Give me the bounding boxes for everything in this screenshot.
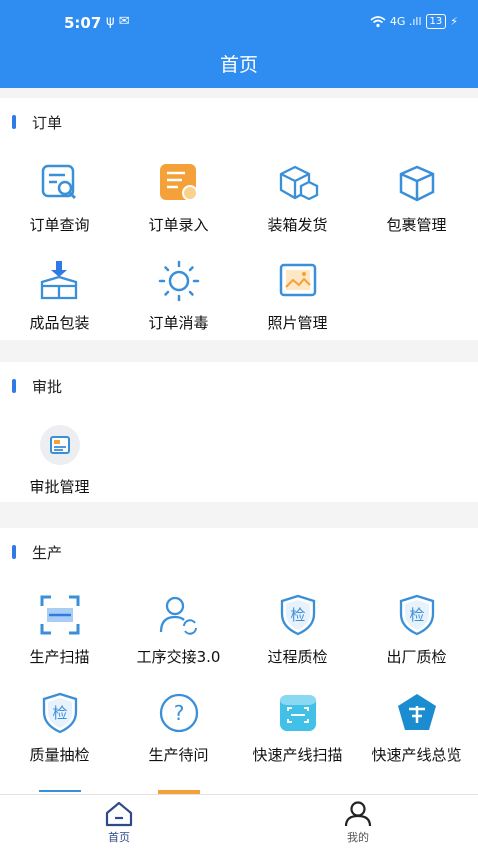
grid-item-label: 装箱发货 (267, 216, 328, 234)
grid-item-label: 审批管理 (29, 478, 90, 496)
section-marker (12, 115, 16, 129)
status-indicators: 4G .ıll 13 ⚡ (370, 14, 458, 29)
grid-item-label: 成品包装 (29, 314, 90, 332)
tab-mine[interactable]: 我的 (298, 801, 418, 849)
bottom-tab-bar: 首页 我的 (0, 794, 478, 851)
grid-item-quality-sampling[interactable]: 检 质量抽检 (0, 692, 119, 782)
order-search-icon (41, 164, 76, 199)
disinfect-icon (158, 260, 200, 302)
order-entry-icon (160, 164, 198, 201)
grid-item-process-handover[interactable]: 工序交接3.0 (119, 594, 238, 684)
battery-icon: 13 (425, 14, 447, 29)
tab-label: 我的 (347, 831, 369, 844)
grid-item-order-query[interactable]: 订单查询 (0, 162, 119, 252)
grid-item-label: 订单消毒 (148, 314, 209, 332)
quick-line-scan-icon (280, 695, 316, 731)
product-packing-icon (40, 261, 78, 300)
grid-item-quick-line-scan[interactable]: 快速产线扫描 (238, 692, 357, 782)
grid-item-packing-ship[interactable]: 装箱发货 (238, 162, 357, 252)
grid-item-label: 快速产线扫描 (252, 746, 343, 764)
grid-item-quick-line-overview[interactable]: 快速产线总览 (357, 692, 476, 782)
grid-item-label: 快速产线总览 (371, 746, 462, 764)
section-title: 生产 (32, 543, 63, 562)
section-marker (12, 379, 16, 393)
grid-item-production-question[interactable]: ? 生产待问 (119, 692, 238, 782)
factory-inspect-icon: 检 (399, 594, 435, 636)
question-glyph: ? (174, 701, 185, 725)
section-header: 生产 (12, 542, 62, 562)
grid-item-production-scan[interactable]: 生产扫描 (0, 594, 119, 684)
section-title: 订单 (32, 113, 63, 132)
grid-item-label: 工序交接3.0 (136, 648, 221, 666)
process-handover-icon (159, 596, 197, 635)
packing-ship-icon (279, 165, 319, 201)
grid-item-label: 出厂质检 (386, 648, 447, 666)
grid-item-factory-inspect[interactable]: 检 出厂质检 (357, 594, 476, 684)
section-header: 订单 (12, 112, 62, 132)
grid-item-label: 照片管理 (267, 314, 328, 332)
grid-item-disinfect[interactable]: 订单消毒 (119, 260, 238, 350)
status-time: 5:07 (64, 14, 102, 32)
grid-item-approval-manage[interactable]: 审批管理 (0, 424, 119, 514)
orders-section: 订单 订单查询 订单录入 装箱发货 包裹管理 成品包装 订单消毒 照片管理 (0, 98, 478, 340)
package-manage-icon (399, 165, 435, 202)
photo-manage-icon (279, 263, 317, 297)
grid-item-label: 过程质检 (267, 648, 328, 666)
grid-item-package-manage[interactable]: 包裹管理 (357, 162, 476, 252)
inspect-glyph: 检 (52, 704, 67, 722)
quality-sampling-icon: 检 (42, 692, 78, 734)
page-title: 首页 (219, 54, 258, 76)
approval-section: 审批 审批管理 (0, 362, 478, 502)
grid-item-label: 生产待问 (148, 746, 209, 764)
section-title: 审批 (32, 377, 63, 396)
quick-line-overview-icon (398, 694, 436, 730)
charging-icon: ⚡ (450, 15, 458, 28)
home-icon (105, 801, 133, 827)
grid-item-order-entry[interactable]: 订单录入 (119, 162, 238, 252)
grid-item-label: 订单录入 (148, 216, 209, 234)
inspect-glyph: 检 (409, 606, 424, 624)
app-header: 5:07 ψ ✉ 4G .ıll 13 ⚡ 首页 (0, 0, 478, 88)
approval-manage-icon (40, 425, 80, 465)
process-inspect-icon: 检 (280, 594, 316, 636)
grid-item-label: 生产扫描 (29, 648, 90, 666)
grid-item-process-inspect[interactable]: 检 过程质检 (238, 594, 357, 684)
inspect-glyph: 检 (290, 606, 305, 624)
grid-item-product-packing[interactable]: 成品包装 (0, 260, 119, 350)
wifi-icon (370, 15, 386, 27)
status-bar: 5:07 ψ ✉ 4G .ıll 13 ⚡ (0, 0, 478, 46)
grid-item-label: 质量抽检 (29, 746, 90, 764)
question-icon: ? (159, 693, 199, 733)
grid-item-label: 订单查询 (29, 216, 90, 234)
grid-item-label: 包裹管理 (386, 216, 447, 234)
section-marker (12, 545, 16, 559)
scan-icon (40, 595, 80, 635)
signal-icon: 4G .ıll (389, 15, 422, 28)
user-icon (344, 801, 372, 827)
notification-icons: ψ ✉ (106, 14, 130, 29)
tab-home[interactable]: 首页 (59, 801, 179, 849)
grid-item-photo-manage[interactable]: 照片管理 (238, 260, 357, 350)
tab-label: 首页 (108, 831, 130, 844)
section-header: 审批 (12, 376, 62, 396)
production-section: 生产 生产扫描 工序交接3.0 检 过程质检 检 出厂质检 检 质量抽检 ? 生… (0, 528, 478, 794)
